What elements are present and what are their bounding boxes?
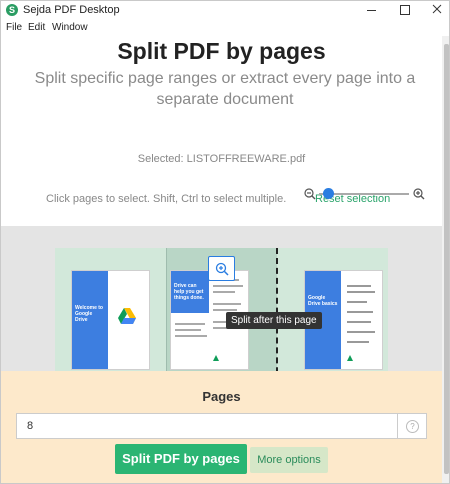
menu-bar: File Edit Window xyxy=(1,19,449,36)
menu-file[interactable]: File xyxy=(6,22,22,33)
maximize-button[interactable] xyxy=(390,1,420,19)
magnify-icon xyxy=(215,262,229,276)
split-tooltip: Split after this page xyxy=(226,312,322,329)
vertical-scrollbar[interactable] xyxy=(442,36,449,483)
selection-hint: Click pages to select. Shift, Ctrl to se… xyxy=(46,193,287,205)
title-bar[interactable]: S Sejda PDF Desktop xyxy=(1,1,449,19)
drive-mark-icon xyxy=(213,355,219,361)
minimize-button[interactable] xyxy=(357,1,387,19)
help-button[interactable]: ? xyxy=(398,413,427,439)
split-pdf-button[interactable]: Split PDF by pages xyxy=(115,444,247,474)
google-drive-icon xyxy=(118,308,136,324)
sejda-logo-icon: S xyxy=(6,4,18,16)
page-2-title: Drive can help you get things done. xyxy=(174,283,204,301)
selected-file-label: Selected: LISTOFFREEWARE.pdf xyxy=(137,153,306,165)
help-icon: ? xyxy=(406,420,419,433)
app-window: S Sejda PDF Desktop File Edit Window Spl… xyxy=(0,0,450,484)
zoom-slider-handle[interactable] xyxy=(323,188,334,199)
close-icon xyxy=(432,4,442,14)
page-title: Split PDF by pages xyxy=(117,38,326,64)
page-zoom-button[interactable] xyxy=(208,256,235,281)
menu-window[interactable]: Window xyxy=(52,22,88,33)
window-title: Sejda PDF Desktop xyxy=(23,4,120,16)
options-panel: Pages 8 ? Split PDF by pages More option… xyxy=(1,371,442,483)
drive-mark-icon xyxy=(347,355,353,361)
page-subtitle: Split specific page ranges or extract ev… xyxy=(34,70,416,108)
pages-input[interactable]: 8 xyxy=(16,413,398,439)
zoom-out-icon[interactable] xyxy=(304,188,316,200)
heading-area: Split PDF by pages Split specific page r… xyxy=(1,36,442,226)
scrollbar-thumb[interactable] xyxy=(444,44,449,474)
page-thumbnail-1[interactable]: Welcome to Google Drive xyxy=(71,270,150,370)
close-button[interactable] xyxy=(422,1,449,19)
page-3-title: Google Drive basics xyxy=(308,295,338,307)
pages-label: Pages xyxy=(202,389,241,404)
more-options-button[interactable]: More options xyxy=(250,447,328,473)
zoom-in-icon[interactable] xyxy=(413,188,425,200)
menu-edit[interactable]: Edit xyxy=(28,22,45,33)
page-1-title: Welcome to Google Drive xyxy=(75,305,103,323)
